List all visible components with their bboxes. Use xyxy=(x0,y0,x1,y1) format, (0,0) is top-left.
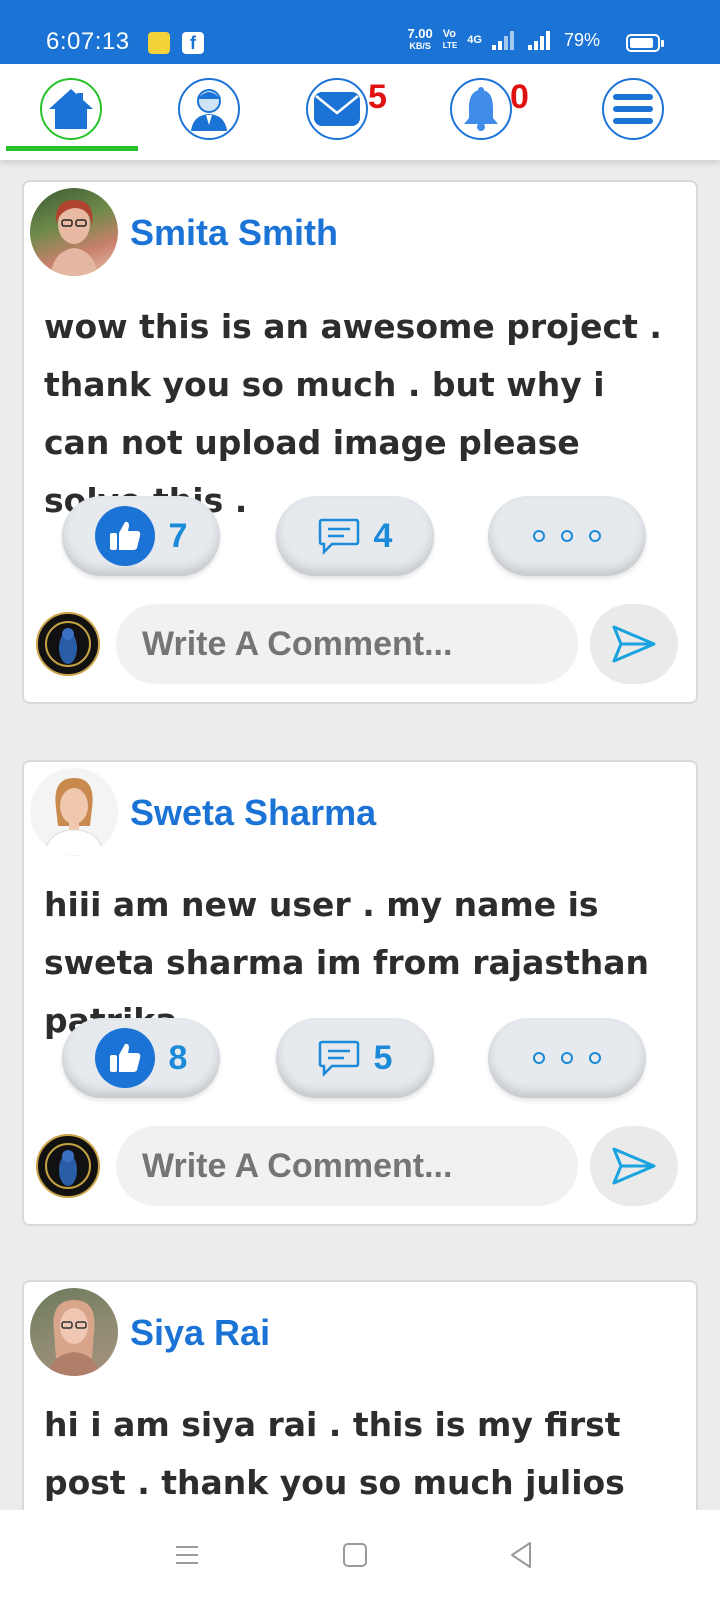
notifications-count-badge: 0 xyxy=(510,78,529,116)
post-text: hi i am siya rai . this is my first post… xyxy=(44,1405,625,1502)
recent-apps-icon[interactable] xyxy=(172,1540,202,1570)
network-type: 4G xyxy=(467,34,482,46)
bell-icon xyxy=(464,87,498,131)
notifications-button[interactable] xyxy=(450,78,512,140)
more-options-button[interactable] xyxy=(488,1018,646,1098)
network-speed: 7.00 KB/S xyxy=(407,26,433,51)
messages-count-badge: 5 xyxy=(368,78,387,116)
battery-icon xyxy=(626,34,664,52)
more-dot xyxy=(589,1052,601,1064)
author-name[interactable]: Sweta Sharma xyxy=(130,792,376,834)
send-icon xyxy=(612,1147,656,1185)
more-dot xyxy=(561,530,573,542)
more-dots-icon xyxy=(533,1052,545,1064)
send-icon xyxy=(612,625,656,663)
signal-icon xyxy=(491,30,518,50)
comment-input[interactable] xyxy=(116,604,578,684)
battery-percent: 79% xyxy=(563,29,600,50)
messages-button[interactable] xyxy=(306,78,368,140)
thumbs-up-icon xyxy=(94,506,155,566)
comment-composer xyxy=(36,1126,688,1206)
send-comment-button[interactable] xyxy=(590,604,678,684)
more-dot xyxy=(589,530,601,542)
facebook-icon: f xyxy=(182,32,204,54)
back-icon[interactable] xyxy=(506,1540,536,1570)
active-tab-indicator xyxy=(6,146,138,151)
comment-button[interactable]: 5 xyxy=(276,1018,434,1098)
more-dot xyxy=(561,1052,573,1064)
comment-icon xyxy=(318,518,359,555)
comment-icon xyxy=(318,1040,359,1077)
comment-button[interactable]: 4 xyxy=(276,496,434,576)
signal-icon-2 xyxy=(527,30,554,50)
home-button[interactable] xyxy=(40,78,102,140)
comment-input[interactable] xyxy=(116,1126,578,1206)
comment-count: 4 xyxy=(373,516,393,555)
home-system-icon[interactable] xyxy=(340,1540,370,1570)
like-count: 7 xyxy=(168,516,188,555)
system-navigation-bar xyxy=(0,1510,720,1600)
more-options-button[interactable] xyxy=(488,496,646,576)
person-photo xyxy=(43,778,105,856)
top-navigation: 5 0 xyxy=(0,64,720,160)
author-name[interactable]: Smita Smith xyxy=(130,212,338,254)
person-photo xyxy=(50,200,98,276)
comment-composer xyxy=(36,604,688,684)
profile-button[interactable] xyxy=(178,78,240,140)
post-feed: Smita Smith wow this is an awesome proje… xyxy=(0,160,720,1510)
post-card: Sweta Sharma hiii am new user . my name … xyxy=(22,760,698,1226)
post-card: Smita Smith wow this is an awesome proje… xyxy=(22,180,698,704)
author-name[interactable]: Siya Rai xyxy=(130,1312,270,1354)
snapchat-icon xyxy=(148,32,170,54)
volte-indicator: Vo LTE xyxy=(442,28,458,51)
thumbs-up-icon xyxy=(94,1028,155,1088)
post-card: Siya Rai hi i am siya rai . this is my f… xyxy=(22,1280,698,1510)
mail-icon xyxy=(314,92,360,126)
send-comment-button[interactable] xyxy=(590,1126,678,1206)
author-avatar[interactable] xyxy=(30,1288,118,1376)
like-count: 8 xyxy=(168,1038,188,1077)
status-bar: 6:07:13 f 7.00 KB/S Vo LTE 4G 79% xyxy=(0,0,720,64)
hamburger-menu-icon xyxy=(613,94,653,124)
status-time: 6:07:13 xyxy=(46,28,130,55)
comment-count: 5 xyxy=(373,1038,393,1077)
like-button[interactable]: 8 xyxy=(62,1018,220,1098)
author-avatar[interactable] xyxy=(30,768,118,856)
author-avatar[interactable] xyxy=(30,188,118,276)
menu-button[interactable] xyxy=(602,78,664,140)
user-icon xyxy=(191,89,227,131)
person-photo xyxy=(48,1300,100,1376)
like-button[interactable]: 7 xyxy=(62,496,220,576)
current-user-avatar xyxy=(36,612,100,676)
home-icon xyxy=(49,89,93,129)
more-dots-icon xyxy=(533,530,545,542)
current-user-avatar xyxy=(36,1134,100,1198)
